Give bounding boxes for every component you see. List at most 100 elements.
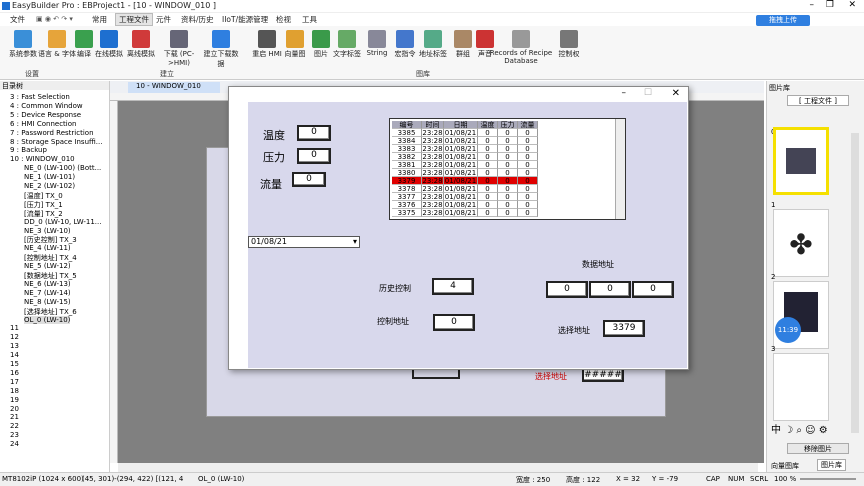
close-icon[interactable]: ✕ [848, 0, 856, 10]
menu-data-history[interactable]: 资料/历史 [181, 14, 214, 25]
menu-file[interactable]: 文件 [10, 14, 25, 25]
tree-item[interactable]: NE_4 (LW-11) [24, 244, 71, 252]
tree-item[interactable]: 18 [10, 387, 19, 395]
table-cell: 流量 [518, 121, 538, 129]
thumb-fan[interactable]: ✤ [773, 209, 829, 277]
tree-item[interactable]: 12 [10, 333, 19, 341]
status-num: NUM [728, 475, 745, 483]
tree-item[interactable]: 20 [10, 405, 19, 413]
tree-item[interactable]: 19 [10, 396, 19, 404]
tree-item[interactable]: NE_0 (LW-100) (Bott... [24, 164, 101, 172]
temp-field[interactable]: 0 [297, 125, 331, 141]
ribbon-button-0[interactable]: 系统参数 [4, 30, 42, 59]
table-row[interactable]: 3380 23:28 01/08/21 0 0 0 [392, 169, 538, 177]
tab-vector-library[interactable]: 向量图库 [771, 461, 799, 471]
tree-item[interactable]: 9 : Backup [10, 146, 47, 154]
dlg-close-icon[interactable]: ✕ [672, 88, 680, 99]
tree-item[interactable]: 21 [10, 413, 19, 421]
tree-item[interactable]: 10 : WINDOW_010 [10, 155, 75, 163]
sel-label: 选择地址 [558, 326, 590, 335]
hist-label: 历史控制 [379, 284, 411, 293]
tree-item[interactable]: DD_0 (LW-10, LW-11... [24, 218, 101, 226]
panel-tools[interactable]: 中 ☽ ⌕ ☺ ⚙ [771, 421, 861, 436]
thumb-keypad[interactable] [773, 127, 829, 195]
tree-item[interactable]: 22 [10, 422, 19, 430]
menu-home[interactable]: 常用 [92, 14, 107, 25]
drag-upload-button[interactable]: 拖拽上传 [756, 15, 810, 26]
table-row[interactable]: 3377 23:28 01/08/21 0 0 0 [392, 193, 538, 201]
h-scrollbar[interactable] [118, 463, 758, 472]
tree-item[interactable]: 3 : Fast Selection [10, 93, 70, 101]
sel-field[interactable]: 3379 [603, 320, 645, 337]
tree-item[interactable]: 7 : Password Restriction [10, 129, 94, 137]
table-row[interactable]: 3379 23:28 01/08/21 0 0 0 [392, 177, 538, 185]
ruler-vertical [110, 101, 118, 463]
table-cell: 0 [518, 177, 538, 185]
ribbon-button-5[interactable]: 下载 (PC->HMI) [160, 30, 198, 67]
table-row[interactable]: 3383 23:28 01/08/21 0 0 0 [392, 145, 538, 153]
bg-select-field[interactable]: ##### [582, 368, 624, 382]
tree-item[interactable]: 23 [10, 431, 19, 439]
table-cell: 0 [498, 177, 518, 185]
tree-item[interactable]: 13 [10, 342, 19, 350]
table-row[interactable]: 3376 23:28 01/08/21 0 0 0 [392, 201, 538, 209]
library-dropdown[interactable]: [ 工程文件 ] [787, 95, 849, 106]
ribbon-button-16[interactable]: Records of Recipe Database [488, 30, 554, 65]
tab-window-010[interactable]: 10 - WINDOW_010 [128, 82, 220, 93]
menu-objects[interactable]: 元件 [156, 14, 171, 25]
tree-item[interactable]: 17 [10, 378, 19, 386]
flow-field[interactable]: 0 [292, 172, 326, 187]
zoom-slider[interactable] [800, 478, 856, 480]
tree-item[interactable]: 8 : Storage Space Insuffi... [10, 138, 102, 146]
tree-item[interactable]: 14 [10, 351, 19, 359]
tree-item[interactable]: 5 : Device Response [10, 111, 81, 119]
table-row[interactable]: 3384 23:28 01/08/21 0 0 0 [392, 137, 538, 145]
tree-item[interactable]: 16 [10, 369, 19, 377]
ctrl-field[interactable]: 0 [433, 314, 475, 331]
tab-picture-library[interactable]: 图片库 [817, 459, 846, 471]
tree-item[interactable]: NE_7 (LW-14) [24, 289, 71, 297]
tree-item[interactable]: NE_5 (LW-12) [24, 262, 71, 270]
tree-item[interactable]: 6 : HMI Connection [10, 120, 76, 128]
press-field[interactable]: 0 [297, 148, 331, 164]
table-row[interactable]: 3385 23:28 01/08/21 0 0 0 [392, 129, 538, 137]
tree-item[interactable]: OL_0 (LW-10) [24, 315, 71, 324]
tree-item[interactable]: 4 : Common Window [10, 102, 83, 110]
table-scrollbar[interactable] [615, 119, 625, 219]
tree-item[interactable]: NE_1 (LW-101) [24, 173, 75, 181]
hist-field[interactable]: 4 [432, 278, 474, 295]
thumb-empty[interactable] [773, 353, 829, 421]
tree-item[interactable]: 24 [10, 440, 19, 448]
table-row[interactable]: 3375 23:28 01/08/21 0 0 0 [392, 209, 538, 217]
tree-item[interactable]: 11 [10, 324, 19, 332]
table-row[interactable]: 3378 23:28 01/08/21 0 0 0 [392, 185, 538, 193]
ribbon-button-6[interactable]: 建立下载数据 [202, 30, 240, 69]
tree-item[interactable]: NE_6 (LW-13) [24, 280, 71, 288]
ribbon-button-17[interactable]: 控制权 [550, 30, 588, 59]
tree-item[interactable]: NE_2 (LW-102) [24, 182, 75, 190]
dlg-minimize-icon[interactable]: – [622, 88, 627, 98]
table-row[interactable]: 3382 23:28 01/08/21 0 0 0 [392, 153, 538, 161]
data-field-2[interactable]: 0 [632, 281, 674, 298]
panel-scrollbar[interactable] [851, 133, 859, 433]
dlg-maximize-icon[interactable]: ☐ [644, 88, 652, 98]
tree-item[interactable]: NE_3 (LW-10) [24, 227, 71, 235]
group-build: 建立 [160, 70, 174, 78]
table-row[interactable]: 3381 23:28 01/08/21 0 0 0 [392, 161, 538, 169]
maximize-icon[interactable]: ❐ [826, 0, 834, 10]
table-cell: 01/08/21 [444, 137, 478, 145]
remove-picture-button[interactable]: 移除图片 [787, 443, 849, 454]
menu-iiot[interactable]: IIoT/能源管理 [222, 14, 268, 25]
data-field-1[interactable]: 0 [589, 281, 631, 298]
minimize-icon[interactable]: – [810, 0, 815, 10]
menu-view[interactable]: 检视 [276, 14, 291, 25]
ribbon-button-4[interactable]: 离线模拟 [122, 30, 160, 59]
date-dropdown[interactable]: 01/08/21 ▾ [248, 236, 360, 248]
tree-item[interactable]: NE_8 (LW-15) [24, 298, 71, 306]
history-table[interactable]: 编号 时间 日期 温度 压力 流量 3385 23:28 01/08/21 0 0 0 3384 23:2… [389, 118, 626, 220]
tree-item[interactable]: 15 [10, 360, 19, 368]
quick-access-icons[interactable]: ▣ ◉ ↶ ↷ ▾ [36, 15, 73, 23]
data-field-0[interactable]: 0 [546, 281, 588, 298]
menu-project[interactable]: 工程文件 [115, 13, 153, 26]
menu-tools[interactable]: 工具 [302, 14, 317, 25]
